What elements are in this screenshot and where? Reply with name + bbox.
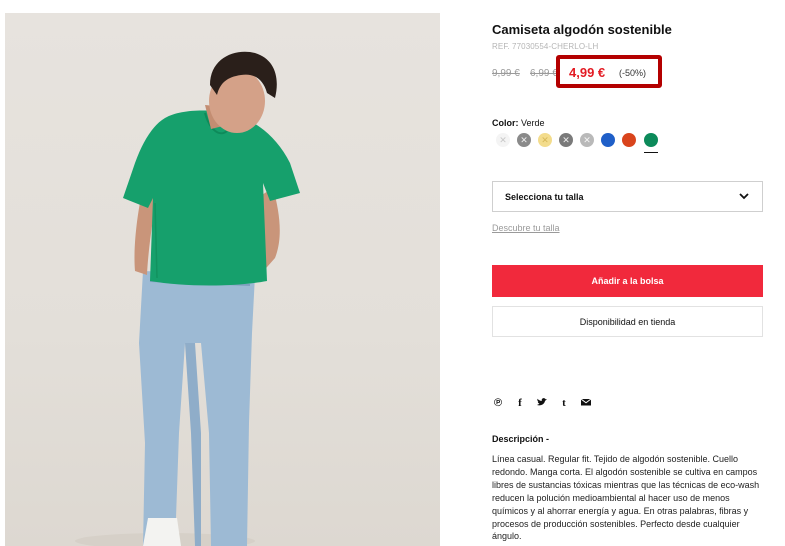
product-image[interactable] — [5, 13, 440, 546]
swatch-blue[interactable] — [601, 133, 615, 147]
current-price: 4,99 € — [569, 65, 606, 80]
swatch-light-grey[interactable]: ✕ — [580, 133, 594, 147]
selected-color-name: Verde — [521, 118, 545, 128]
original-price: 9,99 € — [492, 68, 520, 79]
color-label: Color: Verde — [492, 118, 545, 128]
add-to-bag-button[interactable]: Añadir a la bolsa — [492, 265, 763, 297]
description-body: Línea casual. Regular fit. Tejido de alg… — [492, 454, 760, 542]
description-title[interactable]: Descripción - — [492, 434, 549, 444]
product-title: Camiseta algodón sostenible — [492, 22, 672, 37]
pinterest-icon[interactable]: ℗ — [492, 396, 504, 410]
swatch-white[interactable]: ✕ — [496, 133, 510, 147]
product-reference: REF. 77030554-CHERLO-LH — [492, 42, 599, 51]
swatch-yellow[interactable]: ✕ — [538, 133, 552, 147]
model-illustration — [75, 51, 300, 546]
sale-price-highlight: 4,99 € (-50%) — [556, 55, 662, 88]
facebook-icon[interactable]: f — [514, 396, 526, 410]
swatch-dark-grey[interactable]: ✕ — [559, 133, 573, 147]
size-select-label: Selecciona tu talla — [505, 191, 584, 202]
size-select[interactable]: Selecciona tu talla — [492, 181, 763, 212]
chevron-down-icon — [739, 193, 749, 200]
store-availability-button[interactable]: Disponibilidad en tienda — [492, 306, 763, 337]
tumblr-icon[interactable]: t — [558, 396, 570, 410]
email-icon[interactable] — [580, 396, 592, 412]
twitter-icon[interactable] — [536, 396, 548, 412]
size-guide-link[interactable]: Descubre tu talla — [492, 223, 560, 233]
swatch-grey[interactable]: ✕ — [517, 133, 531, 147]
selected-swatch-indicator — [644, 152, 658, 153]
previous-price: 6,99 € — [530, 68, 558, 79]
discount-badge: (-50%) — [619, 68, 647, 78]
swatch-green[interactable] — [644, 133, 658, 147]
swatch-orange-red[interactable] — [622, 133, 636, 147]
